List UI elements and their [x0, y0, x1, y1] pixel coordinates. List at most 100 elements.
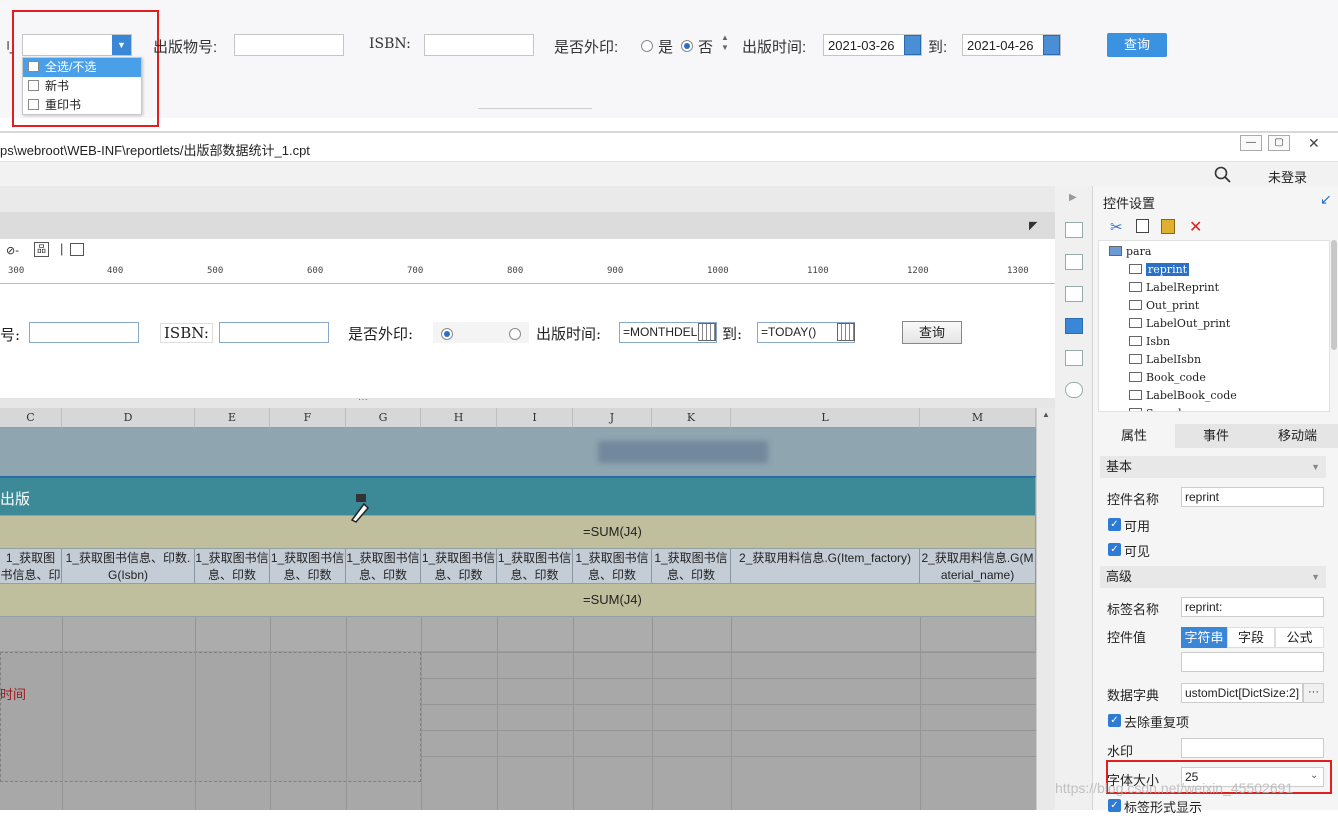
chevron-down-icon[interactable]: ▼: [1311, 566, 1320, 588]
dataset-icon[interactable]: [1065, 350, 1083, 366]
tree-node[interactable]: LabelIsbn: [1129, 353, 1201, 366]
tree-node[interactable]: Out_print: [1129, 299, 1199, 312]
paste-icon[interactable]: [1161, 219, 1175, 234]
col-header-l[interactable]: L: [731, 408, 920, 428]
calendar-icon[interactable]: [698, 323, 716, 341]
tree-scrollbar[interactable]: [1331, 240, 1337, 350]
col-header-i[interactable]: I: [497, 408, 573, 428]
sum-row-bottom[interactable]: [0, 584, 1036, 617]
field-cell[interactable]: 1_获取图书信息、印数.G(Isbn): [62, 549, 195, 584]
vertical-scrollbar[interactable]: ▲: [1036, 408, 1055, 810]
field-cell[interactable]: 2_获取用料信息.G(Item_factory): [731, 549, 920, 584]
isbn-input[interactable]: [424, 34, 534, 56]
control-name-field[interactable]: reprint: [1181, 487, 1324, 507]
widget-tree[interactable]: para reprint LabelReprint Out_print LabelOut…: [1098, 240, 1330, 412]
radio-no[interactable]: [681, 40, 693, 52]
pub-no-widget[interactable]: [29, 322, 139, 343]
label-name-field[interactable]: reprint:: [1181, 597, 1324, 617]
dict-edit-button[interactable]: ···: [1303, 683, 1324, 703]
header-row[interactable]: [0, 476, 1036, 516]
tree-node[interactable]: Book_code: [1129, 371, 1206, 384]
collapse-handle[interactable]: [478, 108, 592, 118]
cell-attr-icon[interactable]: [1065, 222, 1083, 238]
tree-node[interactable]: reprint: [1129, 263, 1190, 276]
type-formula-button[interactable]: 公式: [1275, 627, 1324, 648]
enabled-checkbox[interactable]: ✓: [1108, 518, 1121, 531]
col-header-j[interactable]: J: [573, 408, 652, 428]
col-header-k[interactable]: K: [652, 408, 731, 428]
tree-node[interactable]: para: [1109, 245, 1151, 258]
field-cell[interactable]: 1_获取图书信息、印数: [346, 549, 421, 584]
tab-properties[interactable]: 属性: [1093, 424, 1175, 448]
expand-arrow-icon[interactable]: ▶: [1069, 192, 1077, 203]
publication-no-input[interactable]: [234, 34, 344, 56]
tree-node[interactable]: Isbn: [1129, 335, 1170, 348]
tag-display-checkbox[interactable]: ✓: [1108, 799, 1121, 812]
calendar-icon[interactable]: [1043, 35, 1060, 55]
search-icon[interactable]: [1214, 166, 1232, 184]
chevron-down-icon[interactable]: ▼: [1311, 456, 1320, 478]
tree-node[interactable]: LabelBook_code: [1129, 389, 1237, 402]
radio-yes[interactable]: [441, 328, 453, 340]
sum-cell[interactable]: =SUM(J4): [583, 592, 642, 607]
widget-settings-icon[interactable]: [1065, 318, 1083, 334]
calendar-icon[interactable]: [904, 35, 921, 55]
section-basic[interactable]: 基本 ▼: [1100, 456, 1326, 478]
radio-no[interactable]: [509, 328, 521, 340]
merged-region[interactable]: [0, 652, 421, 782]
login-status[interactable]: 未登录: [1268, 167, 1307, 186]
tree-node[interactable]: LabelReprint: [1129, 281, 1219, 294]
query-button[interactable]: 查询: [1107, 33, 1167, 57]
type-field-button[interactable]: 字段: [1227, 627, 1275, 648]
visible-checkbox[interactable]: ✓: [1108, 543, 1121, 556]
empty-row[interactable]: [0, 617, 1036, 652]
report-grid[interactable]: C D E F G H I J K L M 出版 =SUM(J4) 1_获取图书…: [0, 408, 1036, 810]
tab-menu-icon[interactable]: ◤: [1029, 219, 1037, 232]
col-header-c[interactable]: C: [0, 408, 62, 428]
col-header-g[interactable]: G: [346, 408, 421, 428]
col-header-e[interactable]: E: [195, 408, 270, 428]
watermark-field[interactable]: [1181, 738, 1324, 758]
scroll-up-icon[interactable]: ▲: [1042, 410, 1050, 419]
section-advanced[interactable]: 高级 ▼: [1100, 566, 1326, 588]
calendar-icon[interactable]: [837, 323, 855, 341]
col-header-d[interactable]: D: [62, 408, 195, 428]
condition-icon[interactable]: [1065, 254, 1083, 270]
pin-icon[interactable]: ↙: [1320, 191, 1332, 208]
sum-row-top[interactable]: [0, 516, 1036, 549]
delete-icon[interactable]: ✕: [1189, 217, 1202, 237]
title-row[interactable]: [0, 428, 1036, 476]
field-cell[interactable]: 1_获取图书信息、印数: [652, 549, 731, 584]
element-icon[interactable]: [1065, 286, 1083, 302]
copy-icon[interactable]: [1136, 219, 1149, 233]
merge-icon[interactable]: ⊘-: [6, 244, 19, 257]
tab-events[interactable]: 事件: [1175, 424, 1257, 448]
field-cell[interactable]: 1_获取图书信息、印数: [573, 549, 652, 584]
minimize-button[interactable]: —: [1240, 135, 1262, 151]
tab-mobile[interactable]: 移动端: [1257, 424, 1338, 448]
type-string-button[interactable]: 字符串: [1181, 627, 1227, 648]
field-cell[interactable]: 1_获取图书信息、印数: [270, 549, 346, 584]
radio-yes[interactable]: [641, 40, 653, 52]
control-value-field[interactable]: [1181, 652, 1324, 672]
dict-field[interactable]: ustomDict[DictSize:2]: [1181, 683, 1303, 703]
sum-cell[interactable]: =SUM(J4): [583, 524, 642, 539]
spinner-icon[interactable]: ▲ ▼: [721, 33, 729, 53]
link-icon[interactable]: [1065, 382, 1083, 398]
query-button-widget[interactable]: 查询: [902, 321, 962, 344]
format-icon[interactable]: [70, 243, 84, 256]
restore-button[interactable]: ▢: [1268, 135, 1290, 151]
field-cell[interactable]: 1_获取图书信息、印数: [497, 549, 573, 584]
col-header-h[interactable]: H: [421, 408, 497, 428]
tree-node[interactable]: LabelOut_print: [1129, 317, 1230, 330]
close-button[interactable]: ✕: [1308, 135, 1320, 152]
col-header-f[interactable]: F: [270, 408, 346, 428]
field-cell[interactable]: 2_获取用料信息.G(Material_name): [920, 549, 1036, 584]
isbn-widget[interactable]: [219, 322, 329, 343]
field-cell[interactable]: 1_获取图书信息、印数: [195, 549, 270, 584]
field-cell[interactable]: 1_获取图书信息、印数: [421, 549, 497, 584]
col-header-m[interactable]: M: [920, 408, 1036, 428]
cut-icon[interactable]: ✂: [1110, 218, 1123, 236]
tree-node[interactable]: Search: [1129, 407, 1185, 411]
tree-layout-icon[interactable]: 品: [34, 242, 49, 257]
